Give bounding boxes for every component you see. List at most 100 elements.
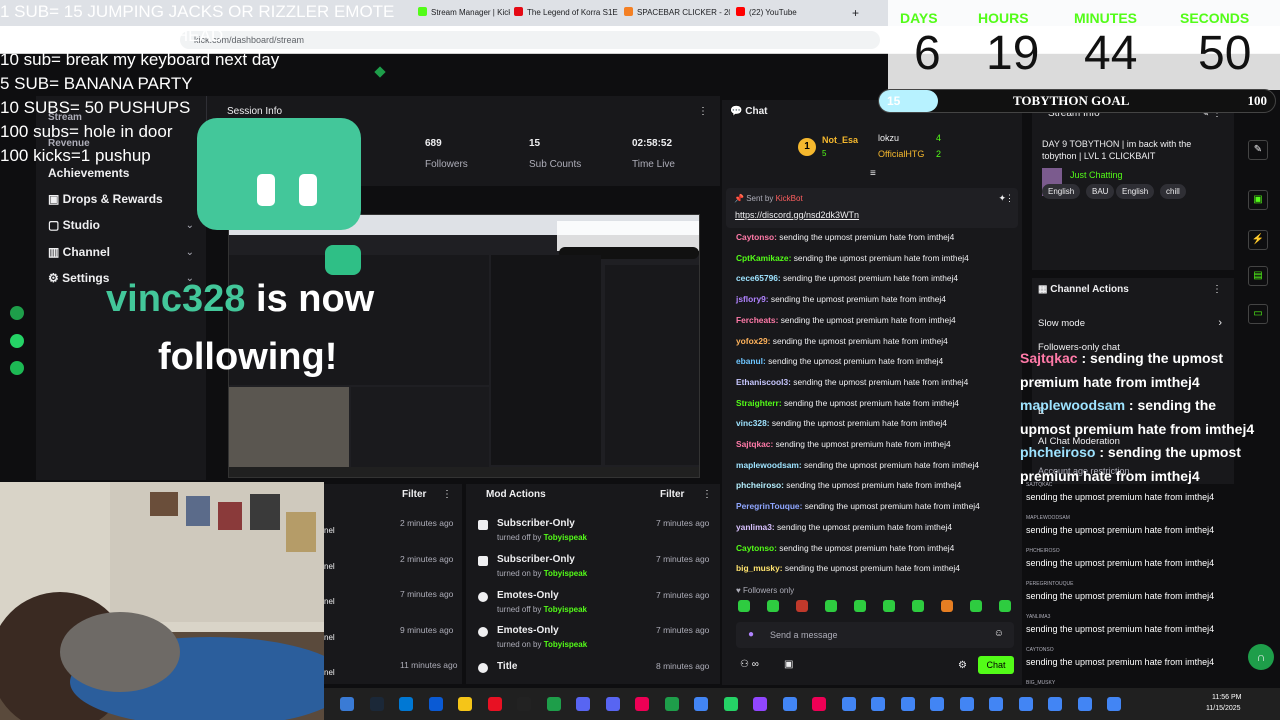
send-chat-button[interactable]: Chat xyxy=(978,656,1014,674)
more-options-icon[interactable]: ⋮ xyxy=(702,489,712,500)
taskbar-app-icon[interactable] xyxy=(753,697,767,711)
chat-username[interactable]: vinc328: xyxy=(736,418,770,428)
taskbar-app-icon[interactable] xyxy=(664,697,679,711)
taskbar-app-icon[interactable] xyxy=(576,697,590,711)
chat-username[interactable]: cece65796: xyxy=(736,273,781,283)
chat-username[interactable]: Fercheats: xyxy=(736,315,778,325)
category-name[interactable]: Just Chatting xyxy=(1070,170,1123,180)
mod-action-user[interactable]: Tobyispeak xyxy=(544,605,587,614)
emote-icon[interactable] xyxy=(796,600,808,612)
taskbar-app-icon[interactable] xyxy=(812,697,826,711)
mod-action-user[interactable]: Tobyispeak xyxy=(544,569,587,578)
taskbar-app-icon[interactable] xyxy=(1107,697,1121,711)
taskbar-app-icon[interactable] xyxy=(428,697,443,711)
more-options-icon[interactable]: ⋮ xyxy=(442,489,452,500)
tab-youtube[interactable]: (22) YouTube xyxy=(736,4,836,22)
slow-mode-item[interactable]: Slow mode xyxy=(1038,318,1085,329)
chat-username[interactable]: Straighterr: xyxy=(736,398,782,408)
taskbar-app-icon[interactable] xyxy=(605,697,620,711)
more-options-icon[interactable]: ⋮ xyxy=(698,106,708,117)
taskbar-app-icon[interactable] xyxy=(900,697,915,711)
taskbar-app-icon[interactable] xyxy=(1048,697,1062,711)
taskbar-app-icon[interactable] xyxy=(369,697,384,711)
chevron-down-icon[interactable]: ⌄ xyxy=(186,247,194,258)
mod-action-user[interactable]: Tobyispeak xyxy=(544,533,587,542)
chat-username[interactable]: PeregrinTouque: xyxy=(736,501,802,511)
taskbar-app-icon[interactable] xyxy=(989,697,1003,711)
chat-username[interactable]: big_musky: xyxy=(736,563,783,573)
taskbar-app-icon[interactable] xyxy=(635,697,649,711)
pinned-link[interactable]: https://discord.gg/nsd2dk3WTn xyxy=(735,210,859,220)
emoji-icon[interactable]: ☺ xyxy=(994,628,1004,639)
taskbar-app-icon[interactable] xyxy=(487,697,502,711)
chat-username[interactable]: yofox29: xyxy=(736,336,770,346)
chat-username[interactable]: maplewoodsam: xyxy=(736,460,802,470)
chat-text: sending the upmost premium hate from imt… xyxy=(779,232,955,242)
taskbar-app-icon[interactable] xyxy=(694,697,708,711)
emote-icon[interactable] xyxy=(999,600,1011,612)
chat-username[interactable]: ebanul: xyxy=(736,356,766,366)
mic-icon[interactable]: ● xyxy=(748,629,754,640)
leader-count-3: 2 xyxy=(936,149,942,159)
filter-button[interactable]: Filter xyxy=(402,489,426,500)
tab-korra[interactable]: The Legend of Korra S1E4 xyxy=(514,4,618,22)
settings-icon[interactable]: ⚙ xyxy=(958,660,967,671)
taskbar-app-icon[interactable] xyxy=(517,697,531,711)
collapse-icon[interactable]: ≡ xyxy=(870,168,876,179)
chat-username[interactable]: Caytonso: xyxy=(736,232,777,242)
pencil-icon[interactable]: ✎ xyxy=(1248,140,1268,160)
spotify-icon[interactable] xyxy=(10,361,24,375)
emote-bar[interactable] xyxy=(738,600,1018,614)
sidebar-item-drops[interactable]: ▣ Drops & Rewards xyxy=(48,192,163,206)
taskbar-app-icon[interactable] xyxy=(458,697,472,711)
new-tab-button[interactable]: + xyxy=(852,4,864,22)
emote-icon[interactable] xyxy=(883,600,895,612)
emote-icon[interactable] xyxy=(738,600,750,612)
emote-icon[interactable] xyxy=(941,600,953,612)
gift-icon[interactable]: ▣ xyxy=(784,659,793,670)
chat-username[interactable]: Caytonso: xyxy=(736,543,777,553)
chatgpt-icon[interactable] xyxy=(10,306,24,320)
emote-icon[interactable] xyxy=(970,600,982,612)
taskbar-app-icon[interactable] xyxy=(871,697,885,711)
chat-username[interactable]: CptKamikaze: xyxy=(736,253,791,263)
sidebar-item-studio[interactable]: ▢ Studio xyxy=(48,218,100,232)
sidebar-item-channel[interactable]: ▥ Channel xyxy=(48,245,110,259)
chat-bubble-icon[interactable]: ▭ xyxy=(1248,304,1268,324)
bolt-icon[interactable]: ⚡ xyxy=(1248,230,1268,250)
taskbar-app-icon[interactable] xyxy=(399,697,413,711)
emote-icon[interactable] xyxy=(912,600,924,612)
taskbar-app-icon[interactable] xyxy=(782,697,797,711)
chevron-down-icon[interactable]: ⌄ xyxy=(186,220,194,231)
chevron-right-icon[interactable]: › xyxy=(1218,317,1222,329)
emote-icon[interactable] xyxy=(767,600,779,612)
taskbar-app-icon[interactable] xyxy=(1077,697,1092,711)
chat-username[interactable]: jsflory9: xyxy=(736,294,769,304)
taskbar-date[interactable]: 11/15/2025 xyxy=(1206,705,1241,712)
taskbar-app-icon[interactable] xyxy=(841,697,856,711)
chat-username[interactable]: Sajtqkac: xyxy=(736,439,773,449)
document-icon[interactable]: ▤ xyxy=(1248,266,1268,286)
chat-username[interactable]: phcheiroso: xyxy=(736,480,784,490)
screen-icon[interactable]: ▣ xyxy=(1248,190,1268,210)
taskbar-app-icon[interactable] xyxy=(723,697,738,711)
filter-button[interactable]: Filter xyxy=(660,489,684,500)
taskbar-app-icon[interactable] xyxy=(959,697,974,711)
whatsapp-icon[interactable] xyxy=(10,334,24,348)
more-options-icon[interactable]: ⋮ xyxy=(1212,284,1222,295)
taskbar-app-icon[interactable] xyxy=(546,697,561,711)
taskbar-clock[interactable]: 11:56 PM xyxy=(1212,694,1241,701)
taskbar-app-icon[interactable] xyxy=(1018,697,1033,711)
chat-username[interactable]: Ethaniscool3: xyxy=(736,377,791,387)
taskbar-app-icon[interactable] xyxy=(930,697,944,711)
mod-action-user[interactable]: Tobyispeak xyxy=(544,640,587,649)
emote-icon[interactable] xyxy=(825,600,837,612)
sidebar-item-settings[interactable]: ⚙ Settings xyxy=(48,271,109,285)
tab-spacebar-clicker[interactable]: SPACEBAR CLICKER - 2025 xyxy=(624,4,730,22)
chat-username[interactable]: yanlima3: xyxy=(736,522,775,532)
more-options-icon[interactable]: ⋮ xyxy=(1005,193,1014,204)
chat-tools-icon[interactable]: ⚇ ∞ xyxy=(740,659,759,670)
emote-icon[interactable] xyxy=(854,600,866,612)
message-input[interactable]: ● Send a message ☺ xyxy=(736,622,1014,648)
taskbar-app-icon[interactable] xyxy=(340,697,354,711)
